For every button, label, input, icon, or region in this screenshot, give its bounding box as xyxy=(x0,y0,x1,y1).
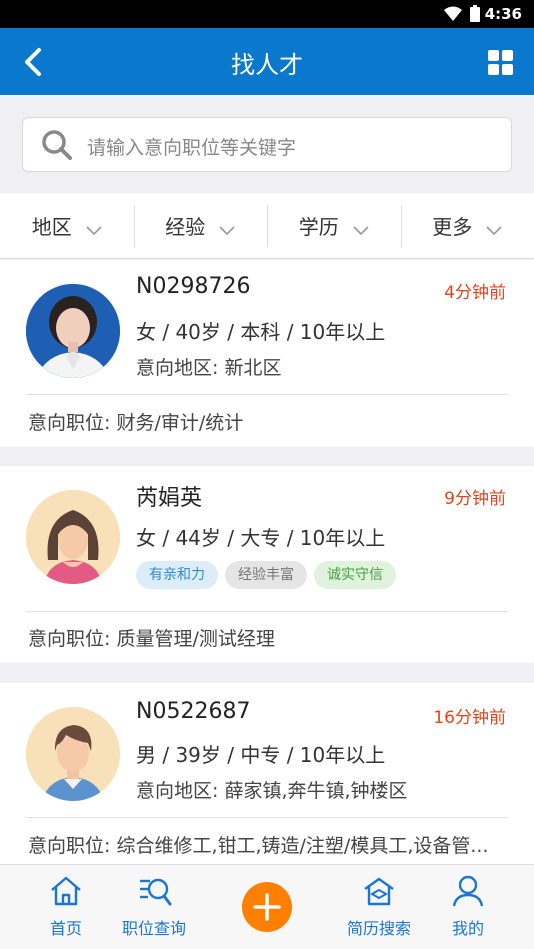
post-time: 9分钟前 xyxy=(444,489,506,509)
tab-label: 简历搜索 xyxy=(346,919,411,938)
filter-label: 地区 xyxy=(31,215,72,239)
tab-label: 首页 xyxy=(49,919,82,938)
battery-icon xyxy=(470,5,480,26)
filter-label: 学历 xyxy=(298,215,339,239)
filter-region[interactable]: 地区 xyxy=(0,193,134,258)
post-time: 16分钟前 xyxy=(433,708,506,728)
filter-bar: 地区 经验 学历 更多 xyxy=(0,193,534,259)
candidate-name: 芮娟英 xyxy=(136,486,203,511)
tab-label: 职位查询 xyxy=(121,919,186,938)
filter-more[interactable]: 更多 xyxy=(400,193,534,258)
chevron-down-icon xyxy=(219,217,235,241)
filter-experience[interactable]: 经验 xyxy=(133,193,268,258)
chevron-down-icon xyxy=(86,217,102,241)
candidate-name: N0522687 xyxy=(136,699,251,724)
wifi-icon xyxy=(444,6,462,26)
resume-search-icon xyxy=(361,877,397,911)
candidate-card[interactable]: N0298726 4分钟前 女 / 40岁 / 本科 / 10年以上 意向地区:… xyxy=(0,260,534,447)
candidate-region: 意向地区: 薛家镇,奔牛镇,钟楼区 xyxy=(136,780,408,802)
job-search-icon xyxy=(136,878,172,911)
filter-label: 经验 xyxy=(165,215,206,239)
candidate-region: 意向地区: 新北区 xyxy=(136,357,282,379)
tag: 诚实守信 xyxy=(314,561,396,589)
tab-job-search[interactable]: 职位查询 xyxy=(118,875,190,939)
candidate-position: 意向职位: 质量管理/测试经理 xyxy=(28,628,275,650)
search-placeholder: 请输入意向职位等关键字 xyxy=(87,137,297,159)
plus-icon xyxy=(242,893,292,936)
chevron-down-icon xyxy=(353,217,369,241)
filter-label: 更多 xyxy=(432,215,473,239)
chevron-down-icon xyxy=(486,217,502,241)
filter-education[interactable]: 学历 xyxy=(267,193,401,258)
home-icon xyxy=(49,876,83,911)
search-icon xyxy=(41,129,73,165)
avatar xyxy=(26,284,120,378)
bottom-tab-bar: 首页 职位查询 简历搜索 我的 xyxy=(0,864,534,949)
candidate-card[interactable]: 芮娟英 9分钟前 女 / 44岁 / 大专 / 10年以上 有亲和力 经验丰富 … xyxy=(0,466,534,663)
user-icon xyxy=(451,875,485,911)
tab-resume-search[interactable]: 简历搜索 xyxy=(343,875,415,939)
status-bar: 4:36 xyxy=(0,0,534,28)
tab-home[interactable]: 首页 xyxy=(46,875,86,939)
candidate-card[interactable]: N0522687 16分钟前 男 / 39岁 / 中专 / 10年以上 意向地区… xyxy=(0,683,534,864)
divider xyxy=(26,817,508,818)
avatar xyxy=(26,490,120,584)
app-bar: 找人才 xyxy=(0,28,534,95)
divider xyxy=(26,394,508,395)
tag: 有亲和力 xyxy=(136,561,218,589)
tag: 经验丰富 xyxy=(225,561,307,589)
search-area: 请输入意向职位等关键字 xyxy=(0,95,534,193)
page-title: 找人才 xyxy=(231,51,303,79)
post-time: 4分钟前 xyxy=(444,283,506,303)
candidate-info: 女 / 40岁 / 本科 / 10年以上 xyxy=(136,320,386,344)
divider xyxy=(26,611,508,612)
status-time: 4:36 xyxy=(484,5,522,23)
tab-mine[interactable]: 我的 xyxy=(448,875,488,939)
tab-label: 我的 xyxy=(451,919,484,938)
candidate-name: N0298726 xyxy=(136,274,251,299)
candidate-position: 意向职位: 综合维修工,钳工,铸造/注塑/模具工,设备管... xyxy=(28,835,489,857)
candidate-info: 男 / 39岁 / 中专 / 10年以上 xyxy=(136,743,386,767)
grid-menu-icon[interactable] xyxy=(488,50,514,76)
candidate-position: 意向职位: 财务/审计/统计 xyxy=(28,412,244,434)
candidate-info: 女 / 44岁 / 大专 / 10年以上 xyxy=(136,526,386,550)
avatar xyxy=(26,707,120,801)
search-input[interactable]: 请输入意向职位等关键字 xyxy=(22,117,512,172)
add-button[interactable] xyxy=(242,882,292,932)
